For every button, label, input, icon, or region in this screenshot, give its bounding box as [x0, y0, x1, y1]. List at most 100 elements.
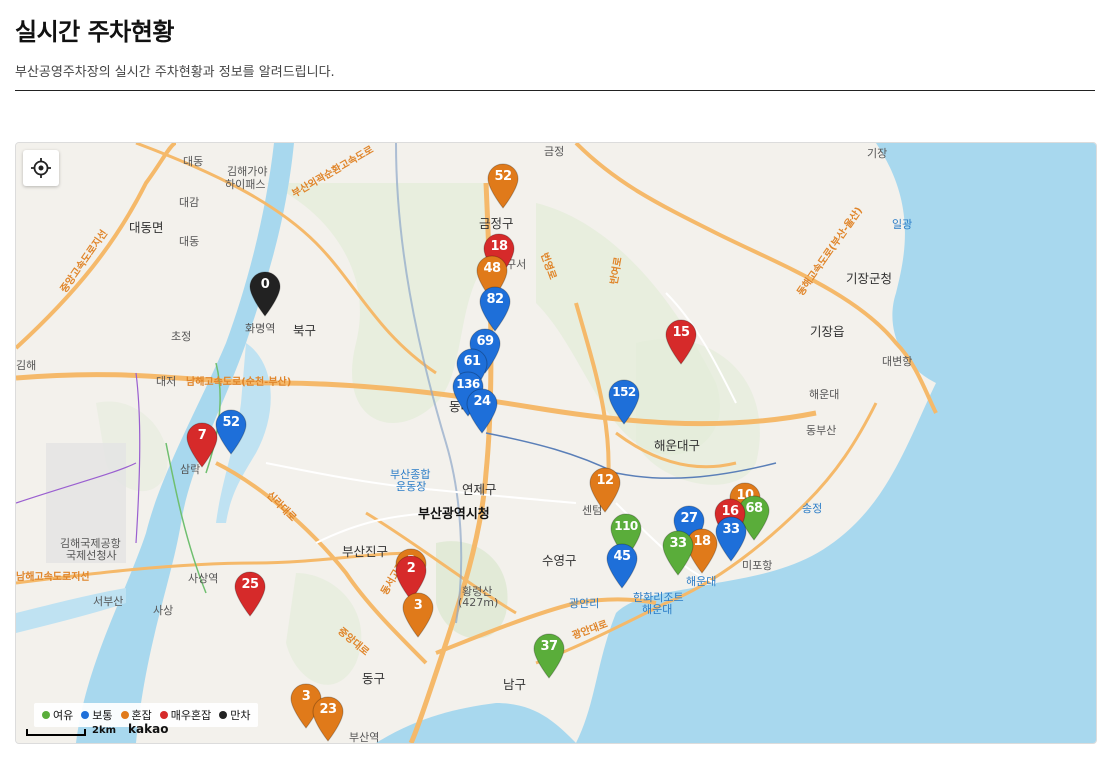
- parking-marker[interactable]: 7: [186, 422, 218, 468]
- parking-marker[interactable]: 152: [608, 379, 640, 425]
- place-label: 화명역: [245, 322, 276, 335]
- parking-marker[interactable]: 33: [662, 530, 694, 576]
- place-label: 서부산: [93, 595, 124, 608]
- place-label: 해운대구: [654, 438, 701, 453]
- place-label: 금정: [544, 145, 565, 158]
- marker-count: 45: [613, 549, 631, 564]
- parking-marker[interactable]: 52: [487, 163, 519, 209]
- marker-count: 3: [413, 598, 423, 613]
- kakao-logo: kakao: [128, 722, 169, 736]
- marker-count: 110: [614, 519, 638, 533]
- legend-item: 여유: [42, 707, 73, 723]
- marker-count: 61: [463, 354, 481, 369]
- place-label: 초정: [171, 330, 192, 343]
- marker-count: 52: [494, 169, 512, 184]
- place-label: 대저: [156, 375, 177, 388]
- marker-count: 33: [669, 536, 687, 551]
- place-label: 대동면: [129, 220, 164, 235]
- place-label: 부산진구: [342, 544, 389, 559]
- place-label: 광안리: [569, 597, 600, 610]
- marker-count: 0: [260, 277, 270, 292]
- place-label: 기장: [867, 147, 888, 160]
- marker-count: 82: [486, 292, 504, 307]
- place-label: 대동: [179, 235, 200, 248]
- place-label: (427m): [458, 596, 499, 609]
- place-label: 송정: [802, 502, 823, 515]
- road-label: 남해고속도로(순천-부산): [186, 377, 292, 388]
- page-title: 실시간 주차현황: [15, 18, 174, 46]
- place-label: 부산광역시청: [418, 507, 490, 522]
- parking-map[interactable]: 대동 대감 김해가야 하이패스 대동 대동면 금정구 구서 북구 화명역 초정 …: [15, 142, 1097, 744]
- place-label: 국제선청사: [66, 549, 117, 562]
- place-label: 대변항: [882, 355, 913, 368]
- legend-label: 혼잡: [131, 709, 152, 722]
- marker-count: 15: [672, 325, 690, 340]
- legend-item: 보통: [81, 707, 113, 723]
- legend-item: 혼잡: [120, 707, 152, 723]
- place-label: 부산역: [349, 731, 380, 744]
- legend-dot: [159, 711, 168, 719]
- parking-marker[interactable]: 24: [466, 388, 498, 434]
- place-label: 사상역: [188, 572, 219, 585]
- parking-marker[interactable]: 3: [402, 592, 434, 638]
- marker-count: 23: [319, 702, 337, 717]
- place-label: 일광: [892, 218, 913, 231]
- marker-count: 27: [680, 511, 698, 526]
- marker-count: 2: [406, 561, 416, 576]
- crosshair-icon: [31, 158, 51, 178]
- place-label: 운동장: [396, 480, 427, 493]
- parking-marker[interactable]: 12: [589, 467, 621, 513]
- parking-marker[interactable]: 0: [249, 271, 281, 317]
- place-label: 동구: [362, 671, 386, 686]
- parking-marker[interactable]: 82: [479, 286, 511, 332]
- legend-item: 매우혼잡: [159, 707, 212, 723]
- parking-marker[interactable]: 25: [234, 571, 266, 617]
- road-label: 남해고속도로지선: [16, 572, 90, 583]
- parking-marker[interactable]: 15: [665, 319, 697, 365]
- parking-marker[interactable]: 33: [715, 516, 747, 562]
- marker-count: 37: [540, 639, 558, 654]
- locate-me-button[interactable]: [23, 150, 59, 186]
- header-divider: [15, 90, 1095, 91]
- parking-marker[interactable]: 37: [533, 633, 565, 679]
- place-label: 대동: [183, 155, 204, 168]
- parking-marker[interactable]: 52: [215, 409, 247, 455]
- map-scale: 2km kakao: [26, 722, 168, 736]
- marker-count: 12: [596, 473, 614, 488]
- legend-dot: [42, 711, 50, 719]
- legend-dot: [120, 711, 129, 719]
- marker-count: 7: [197, 428, 207, 443]
- legend-item: 만차: [219, 707, 250, 723]
- page-description: 부산공영주차장의 실시간 주차현황과 정보를 알려드립니다.: [15, 65, 335, 80]
- legend-label: 보통: [92, 709, 113, 722]
- legend-label: 만차: [230, 709, 251, 722]
- marker-count: 18: [490, 239, 508, 254]
- legend-dot: [219, 711, 228, 719]
- place-label: 남구: [503, 677, 527, 692]
- place-label: 북구: [293, 323, 317, 338]
- place-label: 수영구: [542, 553, 577, 568]
- place-label: 동부산: [806, 424, 837, 437]
- place-label: 해운대: [642, 603, 673, 616]
- marker-count: 48: [483, 261, 501, 276]
- marker-count: 152: [612, 385, 636, 399]
- marker-count: 52: [222, 415, 240, 430]
- place-label: 금정구: [479, 216, 514, 231]
- marker-count: 24: [473, 394, 491, 409]
- place-label: 사상: [153, 604, 174, 617]
- scale-label: 2km: [92, 725, 117, 736]
- marker-count: 33: [722, 522, 740, 537]
- legend-dot: [81, 711, 90, 719]
- legend-label: 매우혼잡: [170, 709, 212, 722]
- place-label: 하이패스: [225, 178, 266, 191]
- place-label: 기장군청: [846, 271, 893, 286]
- parking-marker[interactable]: 23: [312, 696, 344, 742]
- legend-label: 여유: [53, 709, 74, 722]
- place-label: 대감: [179, 196, 200, 209]
- marker-count: 69: [476, 334, 494, 349]
- parking-marker[interactable]: 45: [606, 543, 638, 589]
- scale-bar: [26, 729, 86, 736]
- place-label: 연제구: [462, 482, 497, 497]
- place-label: 해운대: [809, 388, 840, 401]
- place-label: 김해: [16, 359, 37, 372]
